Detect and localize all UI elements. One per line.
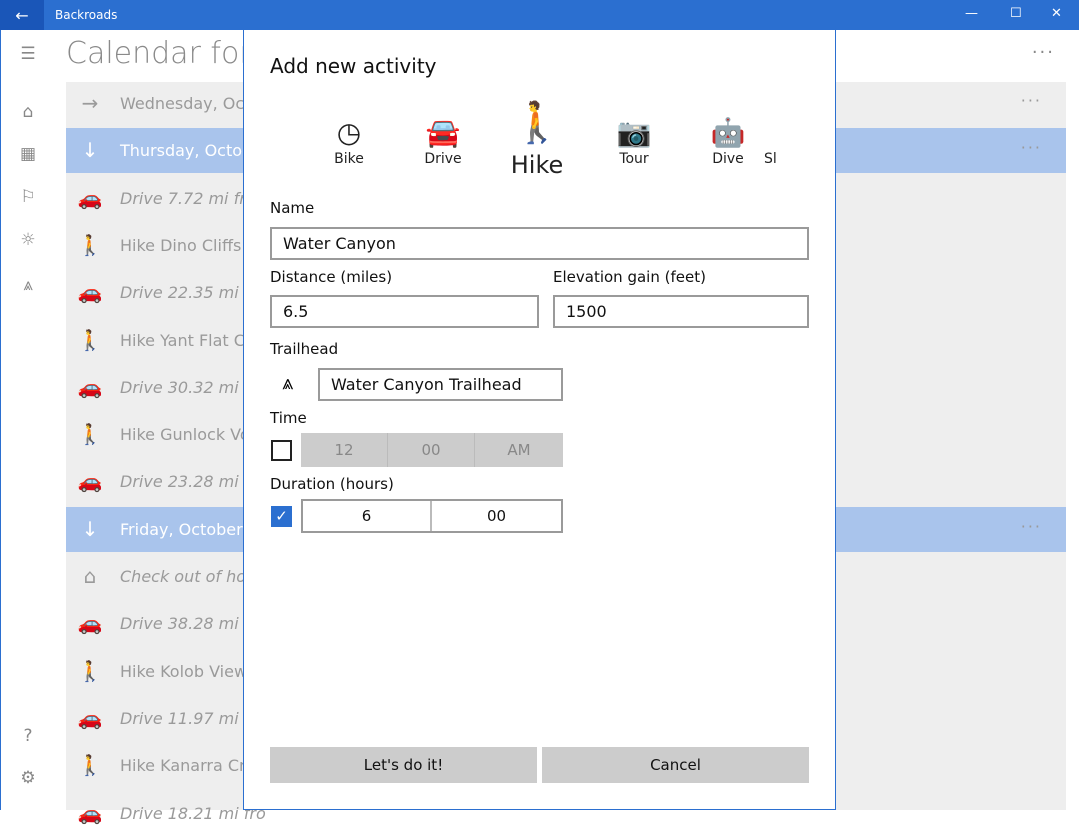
car-icon: 🚘 <box>425 116 461 149</box>
distance-input[interactable]: 6.5 <box>270 295 539 328</box>
activity-icon <box>764 115 784 151</box>
activity-hike[interactable]: 🚶 Hike <box>497 100 577 179</box>
elevation-label: Elevation gain (feet) <box>553 268 706 286</box>
trailhead-input[interactable]: Water Canyon Trailhead <box>318 368 563 401</box>
distance-label: Distance (miles) <box>270 268 393 286</box>
list-item-text: Thursday, Octobe <box>120 141 263 161</box>
name-input[interactable]: Water Canyon <box>270 227 809 260</box>
trailhead-icon: ⩓ <box>282 370 294 394</box>
time-hour[interactable]: 12 <box>301 433 388 467</box>
help-icon[interactable]: ? <box>17 726 39 746</box>
list-item-text: Friday, October 2 <box>120 519 258 539</box>
duration-picker[interactable]: 6 00 <box>301 499 563 533</box>
cancel-button[interactable]: Cancel <box>542 747 809 783</box>
nav-sidebar: ☰ ⌂ ▦ ⚐ ☼ ⩓ ? ⚙ <box>0 30 52 810</box>
activity-label: Hike <box>510 151 564 179</box>
activity-bike[interactable]: ◷ Bike <box>309 115 389 167</box>
drive-icon: 🚗 <box>77 800 103 825</box>
activity-label: Drive <box>424 151 462 167</box>
hike-icon: 🚶 <box>77 422 103 447</box>
activity-dive[interactable]: 🤖 Dive <box>688 115 768 167</box>
head-icon: → <box>81 91 99 115</box>
maximize-button[interactable]: ☐ <box>1010 6 1022 21</box>
duration-checkbox[interactable]: ✓ <box>271 506 292 527</box>
confirm-button[interactable]: Let's do it! <box>270 747 537 783</box>
time-label: Time <box>270 409 307 427</box>
more-button[interactable]: ··· <box>1032 42 1055 63</box>
name-label: Name <box>270 199 315 217</box>
close-button[interactable]: ✕ <box>1051 6 1062 21</box>
drive-icon: 🚗 <box>77 185 103 210</box>
activity-label: Tour <box>619 151 649 167</box>
activity-sl[interactable]: Sl <box>764 115 784 167</box>
app-title: Backroads <box>55 8 118 22</box>
hamburger-icon[interactable]: ☰ <box>17 44 39 64</box>
activity-label: Dive <box>712 151 744 167</box>
list-item-text: Hike Gunlock Vort <box>120 425 263 445</box>
hike-icon: 🚶 <box>77 658 103 683</box>
elevation-input[interactable]: 1500 <box>553 295 809 328</box>
hike-icon: 🚶 <box>77 327 103 352</box>
activity-label: Bike <box>334 151 364 167</box>
title-bar: ← Backroads — ☐ ✕ <box>0 0 1079 30</box>
drive-icon: 🚗 <box>77 374 103 399</box>
day-icon: ↓ <box>81 138 99 163</box>
list-item-text: Hike Kolob Viewp <box>120 661 258 681</box>
activity-tour[interactable]: 📷 Tour <box>594 115 674 167</box>
duration-hours[interactable]: 6 <box>303 501 432 531</box>
time-ampm[interactable]: AM <box>475 433 563 467</box>
trailhead-label: Trailhead <box>270 340 339 358</box>
drive-icon: 🚗 <box>77 469 103 494</box>
more-icon[interactable]: ··· <box>1021 517 1042 536</box>
duration-minutes[interactable]: 00 <box>432 501 561 531</box>
drive-icon: ⌂ <box>83 564 97 588</box>
time-minute[interactable]: 00 <box>388 433 475 467</box>
trailhead-icon[interactable]: ⩓ <box>17 275 39 295</box>
more-icon[interactable]: ··· <box>1021 91 1042 110</box>
calendar-icon[interactable]: ▦ <box>17 144 39 164</box>
time-checkbox[interactable] <box>271 440 292 461</box>
day-icon: ↓ <box>81 516 99 541</box>
activity-label: Sl <box>764 151 777 167</box>
hike-icon: 🚶 <box>77 232 103 257</box>
activity-drive[interactable]: 🚘 Drive <box>403 115 483 167</box>
settings-icon[interactable]: ⚙ <box>17 768 39 788</box>
sun-icon[interactable]: ☼ <box>17 230 39 250</box>
list-item-text: Hike Dino Cliffs Di <box>120 235 264 255</box>
drive-icon: 🚗 <box>77 280 103 305</box>
more-icon[interactable]: ··· <box>1021 138 1042 157</box>
dialog-title: Add new activity <box>270 54 437 78</box>
duration-label: Duration (hours) <box>270 475 394 493</box>
robot-icon: 🤖 <box>710 116 746 149</box>
home-icon[interactable]: ⌂ <box>17 102 39 122</box>
add-activity-dialog: Add new activity ◷ Bike 🚘 Drive 🚶 Hike 📷 Tour 🤖 D… <box>243 30 836 810</box>
clock-icon: ◷ <box>336 116 362 149</box>
drive-icon: 🚗 <box>77 705 103 730</box>
back-button[interactable]: ← <box>0 0 44 30</box>
flag-icon[interactable]: ⚐ <box>17 187 39 207</box>
drive-icon: 🚗 <box>77 611 103 636</box>
hiker-icon: 🚶 <box>512 100 562 146</box>
camera-icon: 📷 <box>616 116 652 149</box>
time-picker[interactable]: 12 00 AM <box>301 433 563 467</box>
hike-icon: 🚶 <box>77 753 103 778</box>
list-item-text: Wednesday, Octo <box>120 94 261 113</box>
minimize-button[interactable]: — <box>965 6 978 21</box>
